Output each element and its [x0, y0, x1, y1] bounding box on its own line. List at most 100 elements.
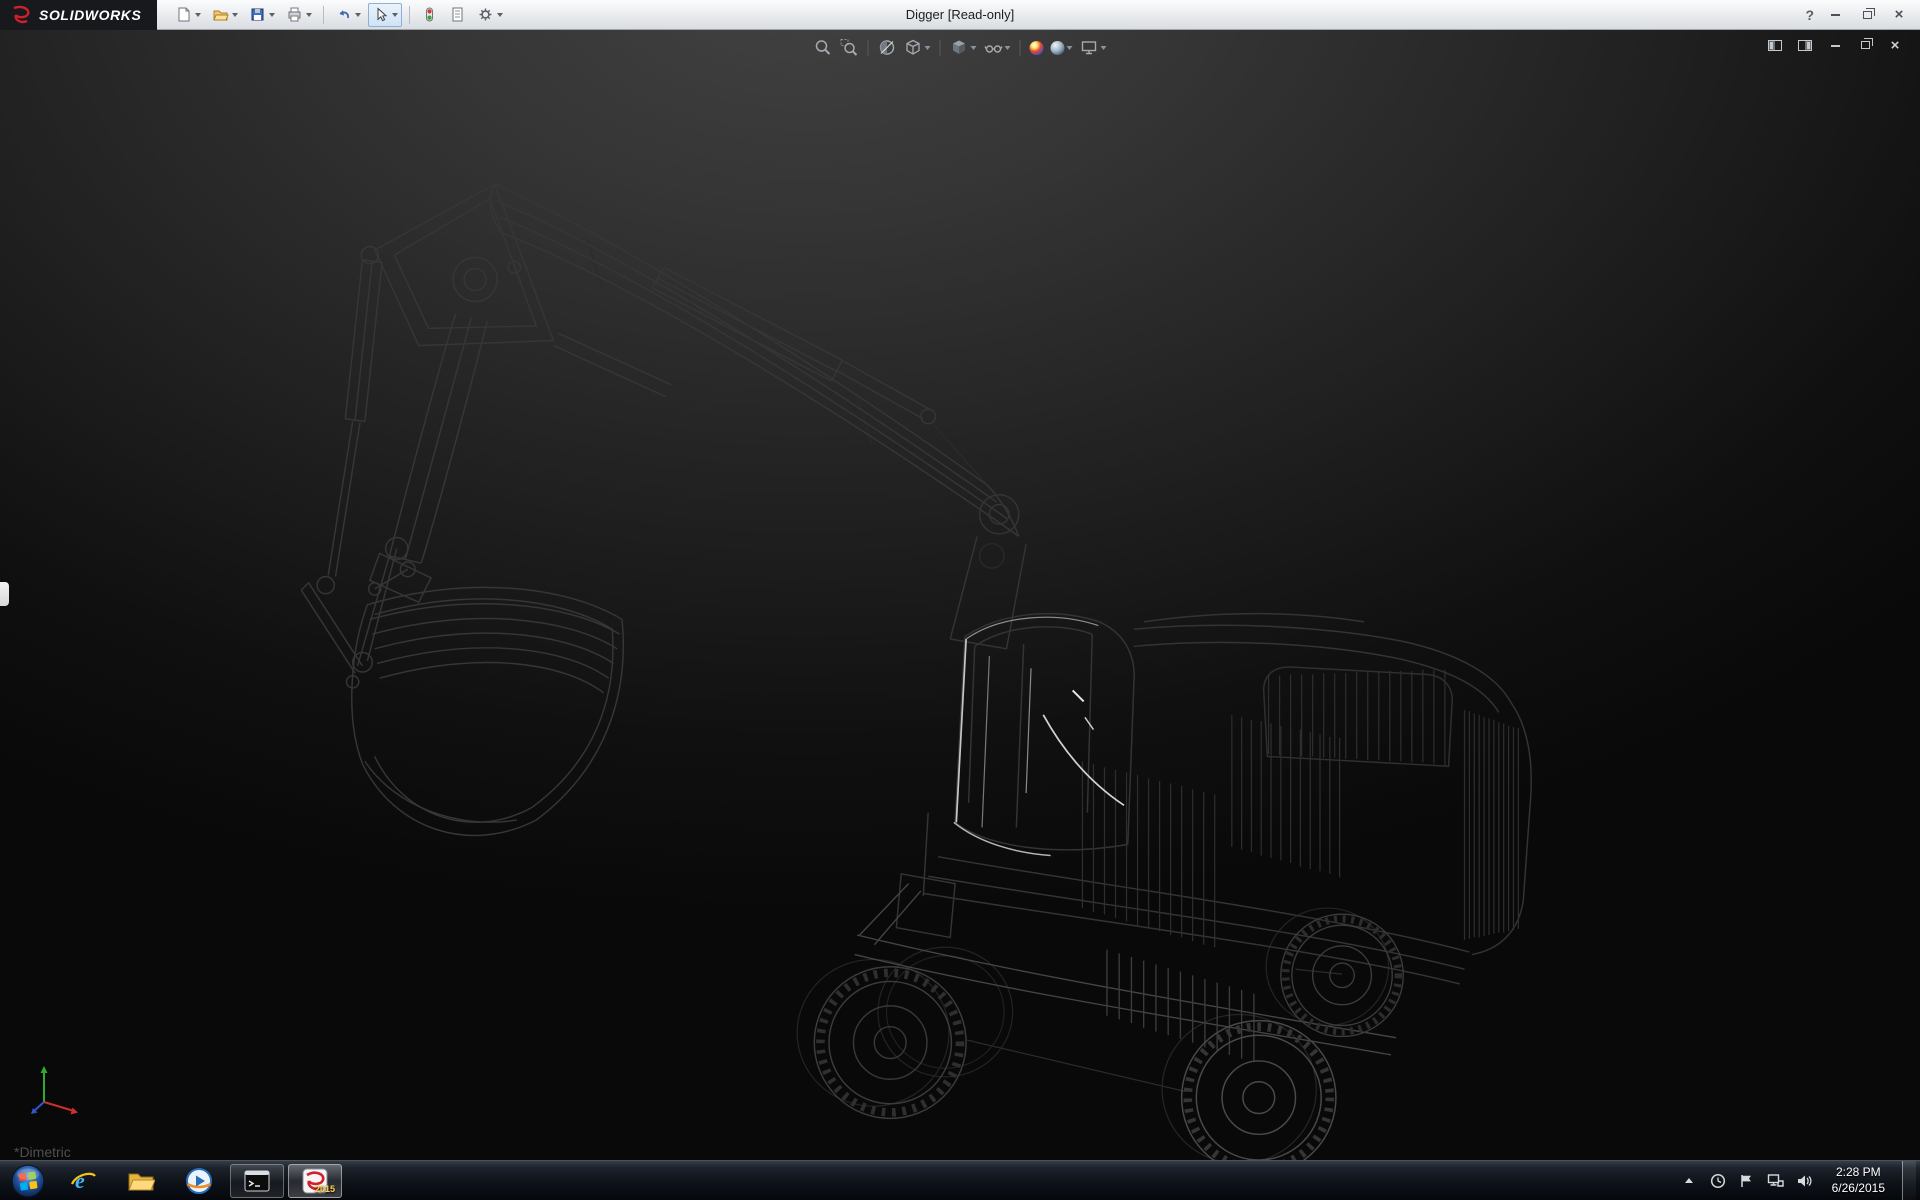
apply-scene-ball-icon	[1051, 41, 1065, 55]
dropdown-caret	[1101, 46, 1107, 50]
panel-flyout-handle[interactable]	[0, 582, 9, 606]
dropdown-caret	[306, 13, 312, 17]
tile-left-button[interactable]	[1764, 37, 1786, 53]
view-orientation-button[interactable]	[902, 36, 933, 59]
select-cursor-icon	[372, 6, 389, 23]
volume-button[interactable]	[1795, 1171, 1815, 1191]
svg-text:e: e	[75, 1168, 85, 1193]
digger-wireframe-model[interactable]	[0, 30, 1920, 1160]
main-toolbar	[157, 3, 507, 27]
solidworks-logo: SOLIDWORKS	[0, 0, 157, 30]
rebuild-button[interactable]	[417, 3, 442, 27]
help-button[interactable]: ?	[1805, 7, 1814, 23]
section-view-icon	[878, 38, 897, 57]
print-icon	[286, 6, 303, 23]
media-player-icon	[185, 1167, 213, 1195]
restore-icon	[1863, 11, 1872, 19]
close-button[interactable]: ×	[1888, 6, 1910, 24]
tile-left-icon	[1768, 40, 1782, 51]
taskbar-media-player[interactable]	[172, 1164, 226, 1198]
taskbar-command-prompt[interactable]	[230, 1164, 284, 1198]
menu-bar: SOLIDWORKS	[0, 0, 1920, 30]
clock-date: 6/26/2015	[1832, 1181, 1885, 1197]
view-settings-monitor-icon	[1080, 38, 1099, 57]
speaker-icon	[1796, 1173, 1813, 1189]
undo-button[interactable]	[331, 3, 365, 27]
zoom-to-area-icon	[840, 38, 859, 57]
view-orientation-label: *Dimetric	[14, 1144, 71, 1160]
zoom-to-area-button[interactable]	[838, 36, 861, 59]
graphics-viewport[interactable]: ×	[0, 30, 1920, 1160]
zoom-to-fit-button[interactable]	[812, 36, 835, 59]
document-window-controls: ×	[1764, 37, 1906, 53]
taskbar-clock[interactable]: 2:28 PM 6/26/2015	[1824, 1165, 1893, 1196]
document-close-button[interactable]: ×	[1884, 37, 1906, 53]
taskbar-solidworks[interactable]: 2015	[288, 1164, 342, 1198]
view-settings-button[interactable]	[1078, 36, 1109, 59]
display-style-button[interactable]	[948, 36, 979, 59]
tile-right-button[interactable]	[1794, 37, 1816, 53]
save-icon	[249, 6, 266, 23]
window-controls: ? ×	[1805, 6, 1920, 24]
view-orientation-cube-icon	[904, 38, 923, 57]
close-icon: ×	[1895, 7, 1904, 22]
apply-scene-button[interactable]	[1049, 39, 1075, 57]
display-style-cube-icon	[950, 38, 969, 57]
save-button[interactable]	[245, 3, 279, 27]
hide-show-items-button[interactable]	[982, 36, 1013, 59]
x-axis-arrow	[71, 1108, 79, 1115]
wireframe-wheels	[814, 914, 1403, 1160]
edit-appearance-button[interactable]	[1028, 39, 1046, 57]
action-center-button[interactable]	[1737, 1171, 1757, 1191]
folder-icon	[127, 1169, 155, 1193]
print-button[interactable]	[282, 3, 316, 27]
document-restore-button[interactable]	[1854, 37, 1876, 53]
new-document-button[interactable]	[171, 3, 205, 27]
file-properties-button[interactable]	[445, 3, 470, 27]
brand-text: SOLIDWORKS	[39, 7, 141, 23]
undo-icon	[335, 6, 352, 23]
dropdown-caret	[232, 13, 238, 17]
toolbar-separator	[1020, 40, 1021, 56]
taskbar-apps: e	[56, 1164, 342, 1198]
file-properties-icon	[449, 6, 466, 23]
toolbar-separator	[868, 40, 869, 56]
rebuild-icon	[421, 6, 438, 23]
taskbar-windows-explorer[interactable]	[114, 1164, 168, 1198]
wireframe-undercarriage	[855, 884, 1396, 1063]
show-desktop-button[interactable]	[1902, 1161, 1916, 1200]
dropdown-caret	[355, 13, 361, 17]
open-button[interactable]	[208, 3, 242, 27]
clock-icon	[1710, 1173, 1726, 1189]
start-button[interactable]	[11, 1164, 45, 1198]
select-button[interactable]	[368, 3, 402, 27]
hidden-icons-button[interactable]	[1679, 1171, 1699, 1191]
command-prompt-icon	[244, 1170, 270, 1192]
edit-appearance-ball-icon	[1030, 41, 1044, 55]
open-folder-icon	[212, 6, 229, 23]
taskbar-internet-explorer[interactable]: e	[56, 1164, 110, 1198]
toolbar-separator	[940, 40, 941, 56]
dropdown-caret	[1005, 46, 1011, 50]
wireframe-vent-hatching	[1082, 670, 1518, 948]
network-status-button[interactable]	[1766, 1171, 1786, 1191]
zoom-to-fit-icon	[814, 38, 833, 57]
hide-show-glasses-icon	[984, 38, 1003, 57]
dropdown-caret	[971, 46, 977, 50]
section-view-button[interactable]	[876, 36, 899, 59]
options-button[interactable]	[473, 3, 507, 27]
wireframe-boom-and-bucket	[301, 184, 1019, 835]
heads-up-toolbar	[812, 36, 1109, 59]
minimize-icon	[1831, 44, 1840, 47]
minimize-button[interactable]	[1824, 6, 1846, 24]
restore-icon	[1861, 41, 1870, 49]
tray-clock-button[interactable]	[1708, 1171, 1728, 1191]
network-icon	[1767, 1173, 1785, 1189]
restore-button[interactable]	[1856, 6, 1878, 24]
solidworks-window: SOLIDWORKS	[0, 0, 1920, 1200]
document-minimize-button[interactable]	[1824, 37, 1846, 53]
toolbar-separator	[409, 6, 410, 24]
wireframe-highlight-edges	[954, 617, 1124, 855]
dropdown-caret	[269, 13, 275, 17]
dropdown-caret	[497, 13, 503, 17]
